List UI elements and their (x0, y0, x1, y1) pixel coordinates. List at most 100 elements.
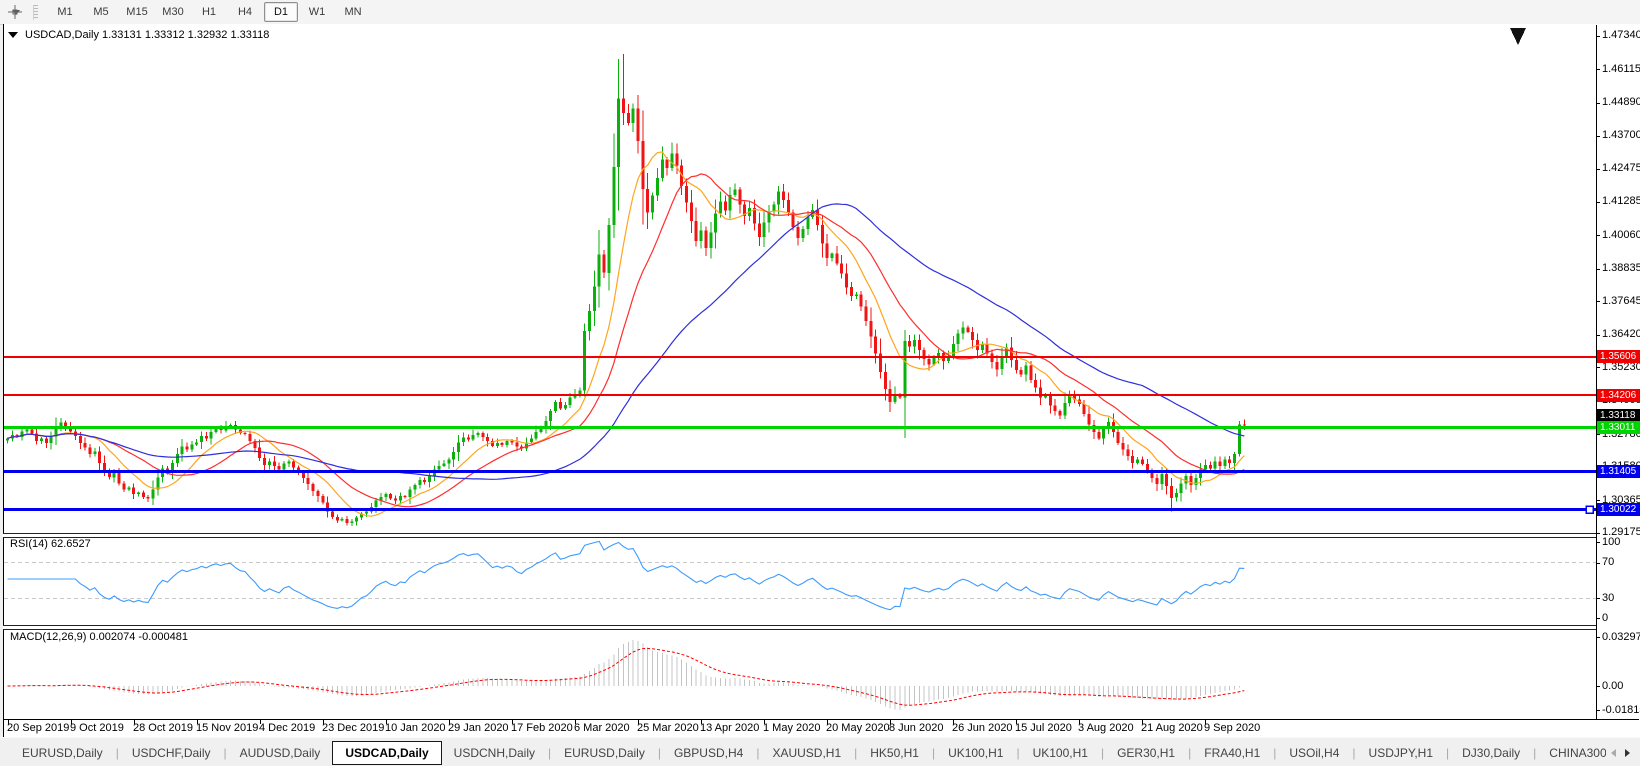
timeframe-button-m1[interactable]: M1 (48, 2, 82, 22)
date-axis-label: 26 Jun 2020 (952, 722, 1013, 734)
date-axis-label: 9 Sep 2020 (1204, 722, 1261, 734)
date-axis-label: 6 Mar 2020 (574, 722, 630, 734)
date-axis-label: 3 Aug 2020 (1078, 722, 1134, 734)
chart-tab-audusd-daily[interactable]: AUDUSD,Daily (228, 742, 333, 764)
rsi-axis-label: 70 (1602, 556, 1615, 568)
chart-tab-uk100-h1[interactable]: UK100,H1 (936, 742, 1015, 764)
crosshair-tool-button[interactable] (4, 2, 23, 22)
date-axis-label: 28 Oct 2019 (133, 722, 193, 734)
chart-tab-china300-h1[interactable]: CHINA300,H1 (1537, 742, 1606, 764)
timeframe-button-w1[interactable]: W1 (300, 2, 334, 22)
date-axis-label: 29 Jan 2020 (448, 722, 509, 734)
chart-tab-fra40-h1[interactable]: FRA40,H1 (1192, 742, 1272, 764)
toolbar-grip (33, 4, 38, 20)
hline-price-label-1.33011: 1.33011 (1597, 421, 1640, 435)
chart-tab-usdcad-daily[interactable]: USDCAD,Daily (332, 741, 442, 765)
rsi-axis-tick (1596, 542, 1600, 543)
timeframe-button-d1[interactable]: D1 (264, 2, 298, 22)
bid-price-label: 1.33118 (1597, 408, 1640, 422)
hline-price-label-1.35606: 1.35606 (1597, 350, 1640, 364)
price-axis-tick (1596, 202, 1600, 203)
chart-tab-hk50-h1[interactable]: HK50,H1 (858, 742, 931, 764)
price-axis-label: 1.44890 (1602, 96, 1640, 108)
macd-label: MACD(12,26,9) 0.002074 -0.000481 (10, 631, 188, 643)
chart-menu-icon[interactable] (8, 32, 18, 38)
timeframe-button-mn[interactable]: MN (336, 2, 370, 22)
chart-tab-eurusd-daily[interactable]: EURUSD,Daily (10, 742, 115, 764)
rsi-axis-label: 30 (1602, 592, 1615, 604)
macd-canvas[interactable] (4, 628, 1596, 718)
price-axis-tick (1596, 136, 1600, 137)
timeframe-button-m15[interactable]: M15 (120, 2, 154, 22)
crosshair-icon (8, 5, 22, 19)
chart-tab-usoil-h4[interactable]: USOil,H4 (1277, 742, 1351, 764)
sma-10-line[interactable] (7, 151, 1245, 517)
hline-price-label-1.34206: 1.34206 (1597, 388, 1640, 402)
chart-tab-bar: EURUSD,Daily | USDCHF,Daily | AUDUSD,Daily US… (0, 737, 1640, 766)
date-axis-label: 8 Jun 2020 (889, 722, 944, 734)
timeframe-button-h4[interactable]: H4 (228, 2, 262, 22)
price-axis-label: 1.40060 (1602, 229, 1640, 241)
price-axis-tick (1596, 169, 1600, 170)
macd-axis-tick (1596, 686, 1600, 687)
rsi-axis-tick (1596, 618, 1600, 619)
macd-axis-label: 0.032972 (1602, 631, 1640, 643)
tab-scroll-arrows (1606, 741, 1640, 765)
chart-tab-eurusd-daily[interactable]: EURUSD,Daily (552, 742, 657, 764)
candlesticks (6, 54, 1246, 527)
date-axis-label: 21 Aug 2020 (1141, 722, 1203, 734)
price-axis-label: 1.37645 (1602, 295, 1640, 307)
date-axis-label: 15 Nov 2019 (196, 722, 259, 734)
pane-resize-separator[interactable] (3, 625, 1597, 630)
arrow-left-icon (1610, 749, 1616, 757)
rsi-axis-tick (1596, 563, 1600, 564)
price-axis-label: 1.43700 (1602, 129, 1640, 141)
macd-axis-tick (1596, 637, 1600, 638)
pane-resize-separator[interactable] (3, 533, 1597, 538)
date-axis-label: 15 Jul 2020 (1015, 722, 1072, 734)
price-axis-tick (1596, 500, 1600, 501)
chart-shift-marker[interactable] (1510, 28, 1526, 45)
tab-scroll-right-button[interactable] (1620, 745, 1634, 761)
hline-price-label-1.31405: 1.31405 (1597, 465, 1640, 479)
date-axis-label: 13 Apr 2020 (700, 722, 760, 734)
date-axis-label: 20 May 2020 (826, 722, 890, 734)
price-axis-tick (1596, 269, 1600, 270)
chart-tab-usdchf-daily[interactable]: USDCHF,Daily (120, 742, 223, 764)
date-axis-label: 10 Jan 2020 (385, 722, 446, 734)
chart-tab-usdcnh-daily[interactable]: USDCNH,Daily (442, 742, 547, 764)
rsi-canvas[interactable] (4, 536, 1596, 625)
rsi-axis-label: 0 (1602, 612, 1609, 624)
price-axis-tick (1596, 235, 1600, 236)
chart-tab-usdjpy-h1[interactable]: USDJPY,H1 (1357, 742, 1445, 764)
timeframe-button-m5[interactable]: M5 (84, 2, 118, 22)
hline-selection-handle[interactable] (1585, 505, 1594, 514)
rsi-line (7, 540, 1245, 611)
date-axis-label: 9 Oct 2019 (70, 722, 124, 734)
macd-axis-label: 0.00 (1602, 680, 1624, 692)
price-axis-label: 1.36420 (1602, 328, 1640, 340)
timeframe-toolbar: M1 M5 M15 M30 H1 H4 D1 W1 MN (0, 0, 1640, 25)
chart-tab-ger30-h1[interactable]: GER30,H1 (1105, 742, 1187, 764)
timeframe-button-h1[interactable]: H1 (192, 2, 226, 22)
chart-tabs: EURUSD,Daily | USDCHF,Daily | AUDUSD,Daily US… (0, 741, 1606, 765)
price-axis-tick (1596, 69, 1600, 70)
price-axis-label: 1.42475 (1602, 162, 1640, 174)
chart-tab-xauusd-h1[interactable]: XAUUSD,H1 (760, 742, 853, 764)
date-axis-label: 4 Dec 2019 (259, 722, 316, 734)
price-axis-label: 1.38835 (1602, 262, 1640, 274)
date-axis-label: 20 Sep 2019 (7, 722, 70, 734)
date-axis-label: 1 May 2020 (763, 722, 821, 734)
rsi-label: RSI(14) 62.6527 (10, 538, 91, 550)
date-axis-label: 17 Feb 2020 (511, 722, 573, 734)
price-chart-canvas[interactable] (4, 25, 1596, 533)
chart-tab-gbpusd-h4[interactable]: GBPUSD,H4 (662, 742, 755, 764)
tab-scroll-left-button[interactable] (1606, 745, 1620, 761)
chart-tab-dj30-daily[interactable]: DJ30,Daily (1450, 742, 1532, 764)
chart-tab-uk100-h1[interactable]: UK100,H1 (1021, 742, 1100, 764)
macd-axis-tick (1596, 710, 1600, 711)
sma-50-line[interactable] (7, 203, 1245, 480)
timeframe-button-m30[interactable]: M30 (156, 2, 190, 22)
macd-signal-line (7, 647, 1245, 706)
arrow-right-icon (1624, 749, 1630, 757)
